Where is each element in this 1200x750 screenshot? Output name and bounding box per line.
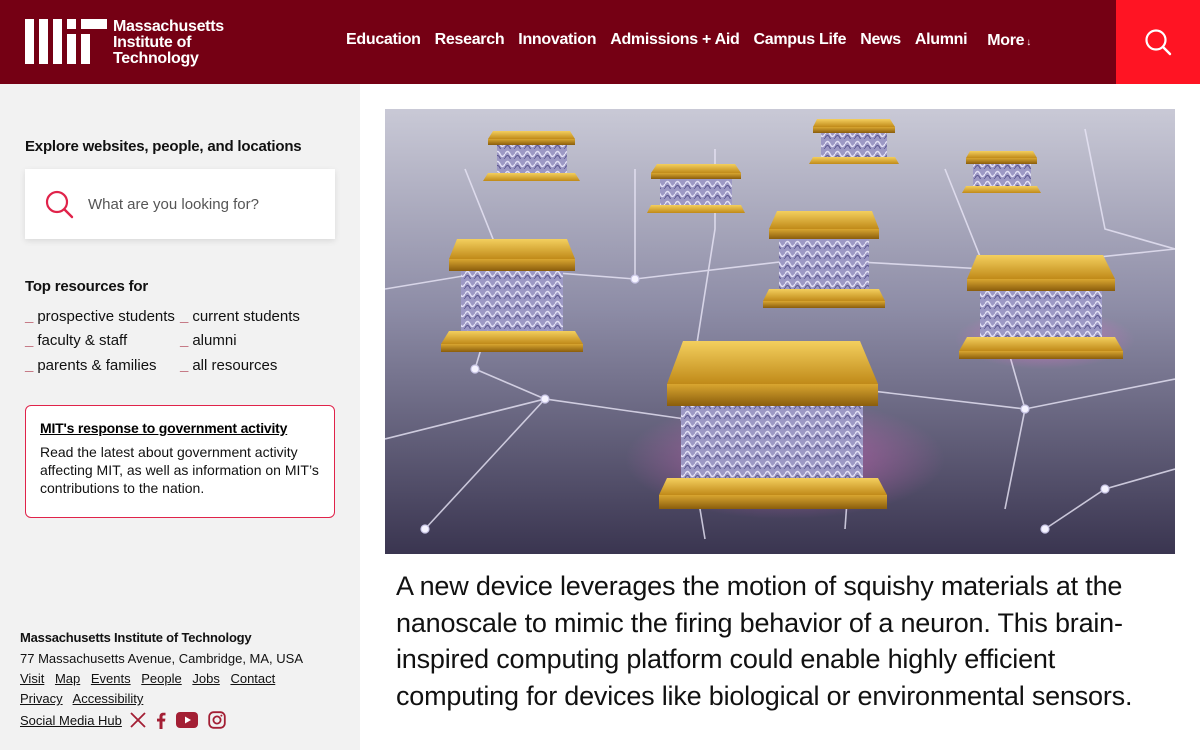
nav-more-button[interactable]: More ↓: [987, 32, 1031, 50]
footer-link-people[interactable]: People: [141, 671, 181, 686]
sidebar: Explore websites, people, and locations …: [0, 84, 360, 750]
resource-current-students[interactable]: _ current students: [180, 308, 300, 325]
device-mid-3: [763, 211, 885, 308]
footer-link-visit[interactable]: Visit: [20, 671, 44, 686]
nav-alumni[interactable]: Alumni: [915, 31, 968, 50]
resource-prospective-students[interactable]: _ prospective students: [25, 308, 175, 325]
header-search-button[interactable]: [1116, 0, 1200, 84]
resource-faculty-staff[interactable]: _ faculty & staff: [25, 332, 127, 349]
mit-logo[interactable]: Massachusetts Institute of Technology: [25, 19, 224, 67]
resource-alumni[interactable]: _ alumni: [180, 332, 237, 349]
resource-parents-families[interactable]: _ parents & families: [25, 357, 157, 374]
footer-link-contact[interactable]: Contact: [230, 671, 275, 686]
device-mid-4: [959, 255, 1123, 359]
footer-links-row-2: Privacy Accessibility: [20, 691, 350, 706]
site-search-box: [25, 169, 335, 239]
footer-link-accessibility[interactable]: Accessibility: [73, 691, 144, 706]
chevron-down-icon: ↓: [1026, 37, 1031, 48]
site-header: Massachusetts Institute of Technology Ed…: [0, 0, 1200, 84]
nav-campus-life[interactable]: Campus Life: [754, 31, 847, 50]
hero-image: [385, 109, 1175, 554]
alert-title-link[interactable]: MIT's response to government activity: [40, 420, 320, 436]
search-input[interactable]: [88, 195, 308, 213]
footer-link-map[interactable]: Map: [55, 671, 80, 686]
footer-address: 77 Massachusetts Avenue, Cambridge, MA, …: [20, 651, 304, 666]
footer-links-row-1: Visit Map Events People Jobs Contact: [20, 671, 350, 686]
nav-education[interactable]: Education: [346, 31, 421, 50]
device-mid-1: [647, 164, 745, 213]
logo-text: Massachusetts Institute of Technology: [113, 18, 224, 67]
social-media-hub-link[interactable]: Social Media Hub: [20, 713, 122, 728]
social-row: Social Media Hub: [20, 711, 350, 729]
search-icon: [45, 190, 74, 219]
nav-research[interactable]: Research: [435, 31, 505, 50]
instagram-icon[interactable]: [208, 711, 226, 729]
device-back-2: [809, 119, 899, 164]
footer-org-name: Massachusetts Institute of Technology: [20, 630, 252, 645]
footer-link-events[interactable]: Events: [91, 671, 131, 686]
mit-logo-mark: [25, 19, 107, 64]
device-mid-2: [441, 239, 583, 352]
device-back-1: [483, 131, 580, 181]
explore-title: Explore websites, people, and locations: [25, 138, 302, 155]
resources-title: Top resources for: [25, 278, 149, 295]
device-front: [659, 341, 887, 509]
main-nav: Education Research Innovation Admissions…: [346, 31, 1045, 50]
nav-innovation[interactable]: Innovation: [518, 31, 596, 50]
search-icon: [1145, 29, 1172, 56]
alert-body: Read the latest about government activit…: [40, 444, 319, 496]
x-icon[interactable]: [130, 712, 146, 728]
government-activity-alert: MIT's response to government activity Re…: [25, 405, 335, 518]
nav-news[interactable]: News: [860, 31, 901, 50]
nav-admissions-aid[interactable]: Admissions + Aid: [610, 31, 740, 50]
hero-caption: A new device leverages the motion of squ…: [396, 571, 1133, 711]
device-back-3: [962, 151, 1041, 193]
sidebar-footer: Massachusetts Institute of Technology 77…: [20, 630, 350, 729]
resource-all-resources[interactable]: _ all resources: [180, 357, 277, 374]
footer-link-jobs[interactable]: Jobs: [192, 671, 219, 686]
nav-more-label: More: [987, 32, 1025, 49]
footer-link-privacy[interactable]: Privacy: [20, 691, 63, 706]
facebook-icon[interactable]: [156, 712, 166, 729]
youtube-icon[interactable]: [175, 712, 198, 728]
